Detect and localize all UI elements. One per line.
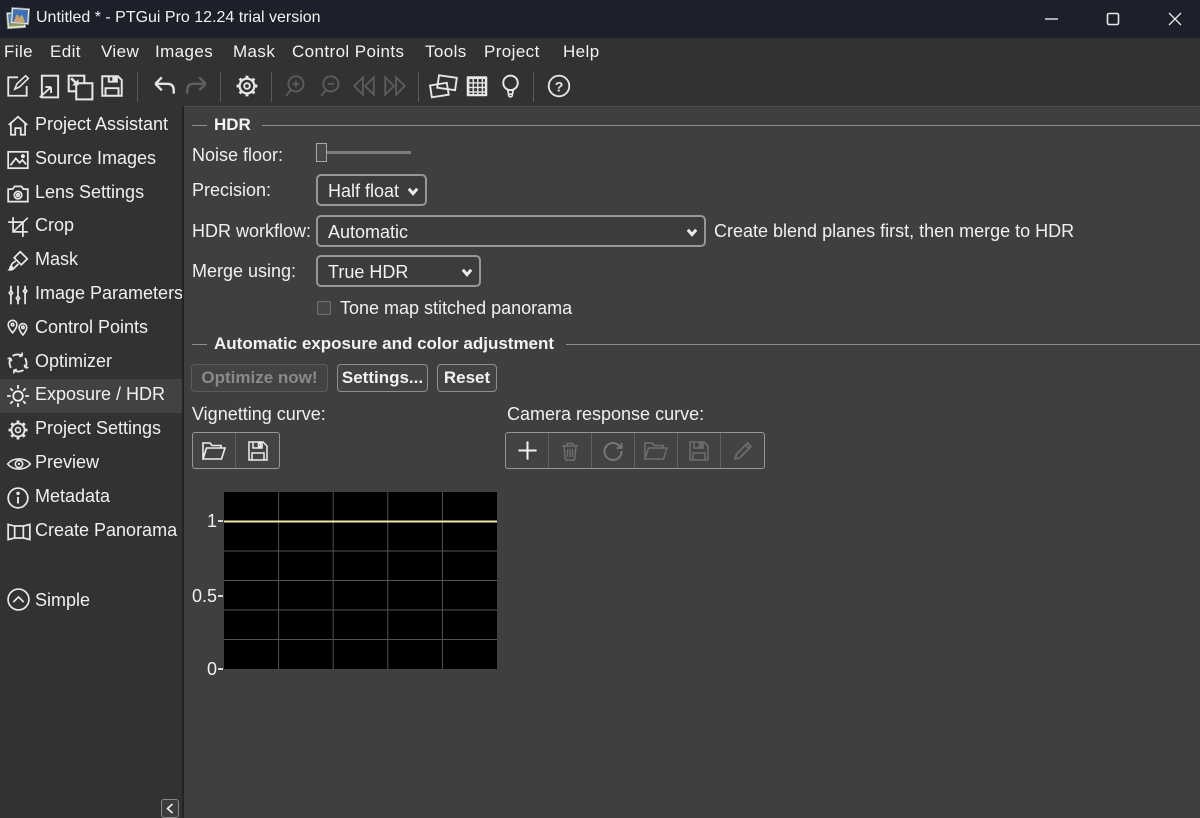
svg-text:?: ? [555,78,564,94]
